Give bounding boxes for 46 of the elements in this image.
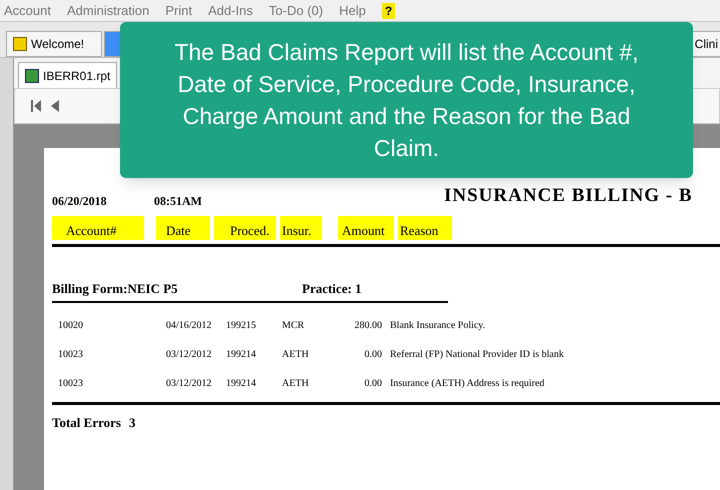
table-cell-text: AETH (282, 376, 310, 390)
report-title: INSURANCE BILLING - B (444, 184, 693, 208)
table-cell-text: Blank Insurance Policy. (390, 318, 486, 332)
column-header: Insur. (280, 216, 322, 240)
table-cell-text: 280.00 (354, 318, 382, 332)
menu-item[interactable]: Account (4, 0, 51, 20)
table-cell-text: 199215 (226, 318, 257, 332)
table-cell-text: Referral (FP) National Provider ID is blank (390, 348, 564, 362)
tab[interactable]: Welcome! (6, 31, 102, 57)
table-cell-text: 04/16/2012 (166, 318, 213, 332)
table-cell-text: Insurance (AETH) Address is required (390, 376, 544, 390)
table-cell-text: 0.00 (364, 348, 382, 362)
column-header: Amount (338, 216, 394, 240)
table-cell-text: 03/12/2012 (166, 376, 213, 390)
column-header: Account# (52, 216, 144, 240)
pm-logo-icon (13, 37, 27, 51)
document-tab[interactable]: IBERR01.rpt (18, 62, 118, 88)
menu-item[interactable]: Help (339, 0, 366, 20)
menu-item[interactable]: Add-Ins (208, 0, 253, 20)
table-cell-text: AETH (282, 348, 310, 362)
billing-form: Billing Form:NEIC P5 (52, 280, 179, 298)
column-header: Proced. (214, 216, 276, 240)
column-header: Reason (398, 216, 452, 240)
table-cell-text: 199214 (226, 348, 257, 362)
table-cell-text: 10020 (58, 318, 84, 332)
practice-label: Practice: 1 (302, 280, 362, 298)
first-page-icon[interactable] (31, 100, 41, 112)
menu-item[interactable]: To-Do (0) (268, 0, 324, 20)
previous-page-icon[interactable] (51, 100, 59, 112)
table-cell-text: 199214 (226, 376, 257, 390)
total-errors-label: Total Errors (52, 414, 121, 432)
report-icon (25, 68, 39, 82)
report-time: 08:51AM (154, 193, 203, 210)
table-cell-text: 03/12/2012 (166, 348, 213, 362)
table-cell-text: 10023 (58, 348, 84, 362)
table-cell-text: 10023 (58, 376, 84, 390)
report-date: 06/20/2018 (52, 193, 108, 210)
table-cell-text: 0.00 (364, 376, 382, 390)
tab[interactable]: Clini (690, 31, 720, 57)
help-badge[interactable]: ? (382, 2, 396, 18)
total-errors-value: 3 (128, 414, 136, 432)
callout-tooltip: The Bad Claims Report will list the Account #, Date of Service, Procedure Code, Insurance, Charge Amount and the Reason for the Bad Claim. (120, 22, 693, 178)
column-header: Date (156, 216, 210, 240)
table-cell-text: MCR (282, 318, 306, 332)
menu-item[interactable]: Administration (66, 0, 150, 20)
menu-item[interactable]: Print (165, 0, 192, 20)
